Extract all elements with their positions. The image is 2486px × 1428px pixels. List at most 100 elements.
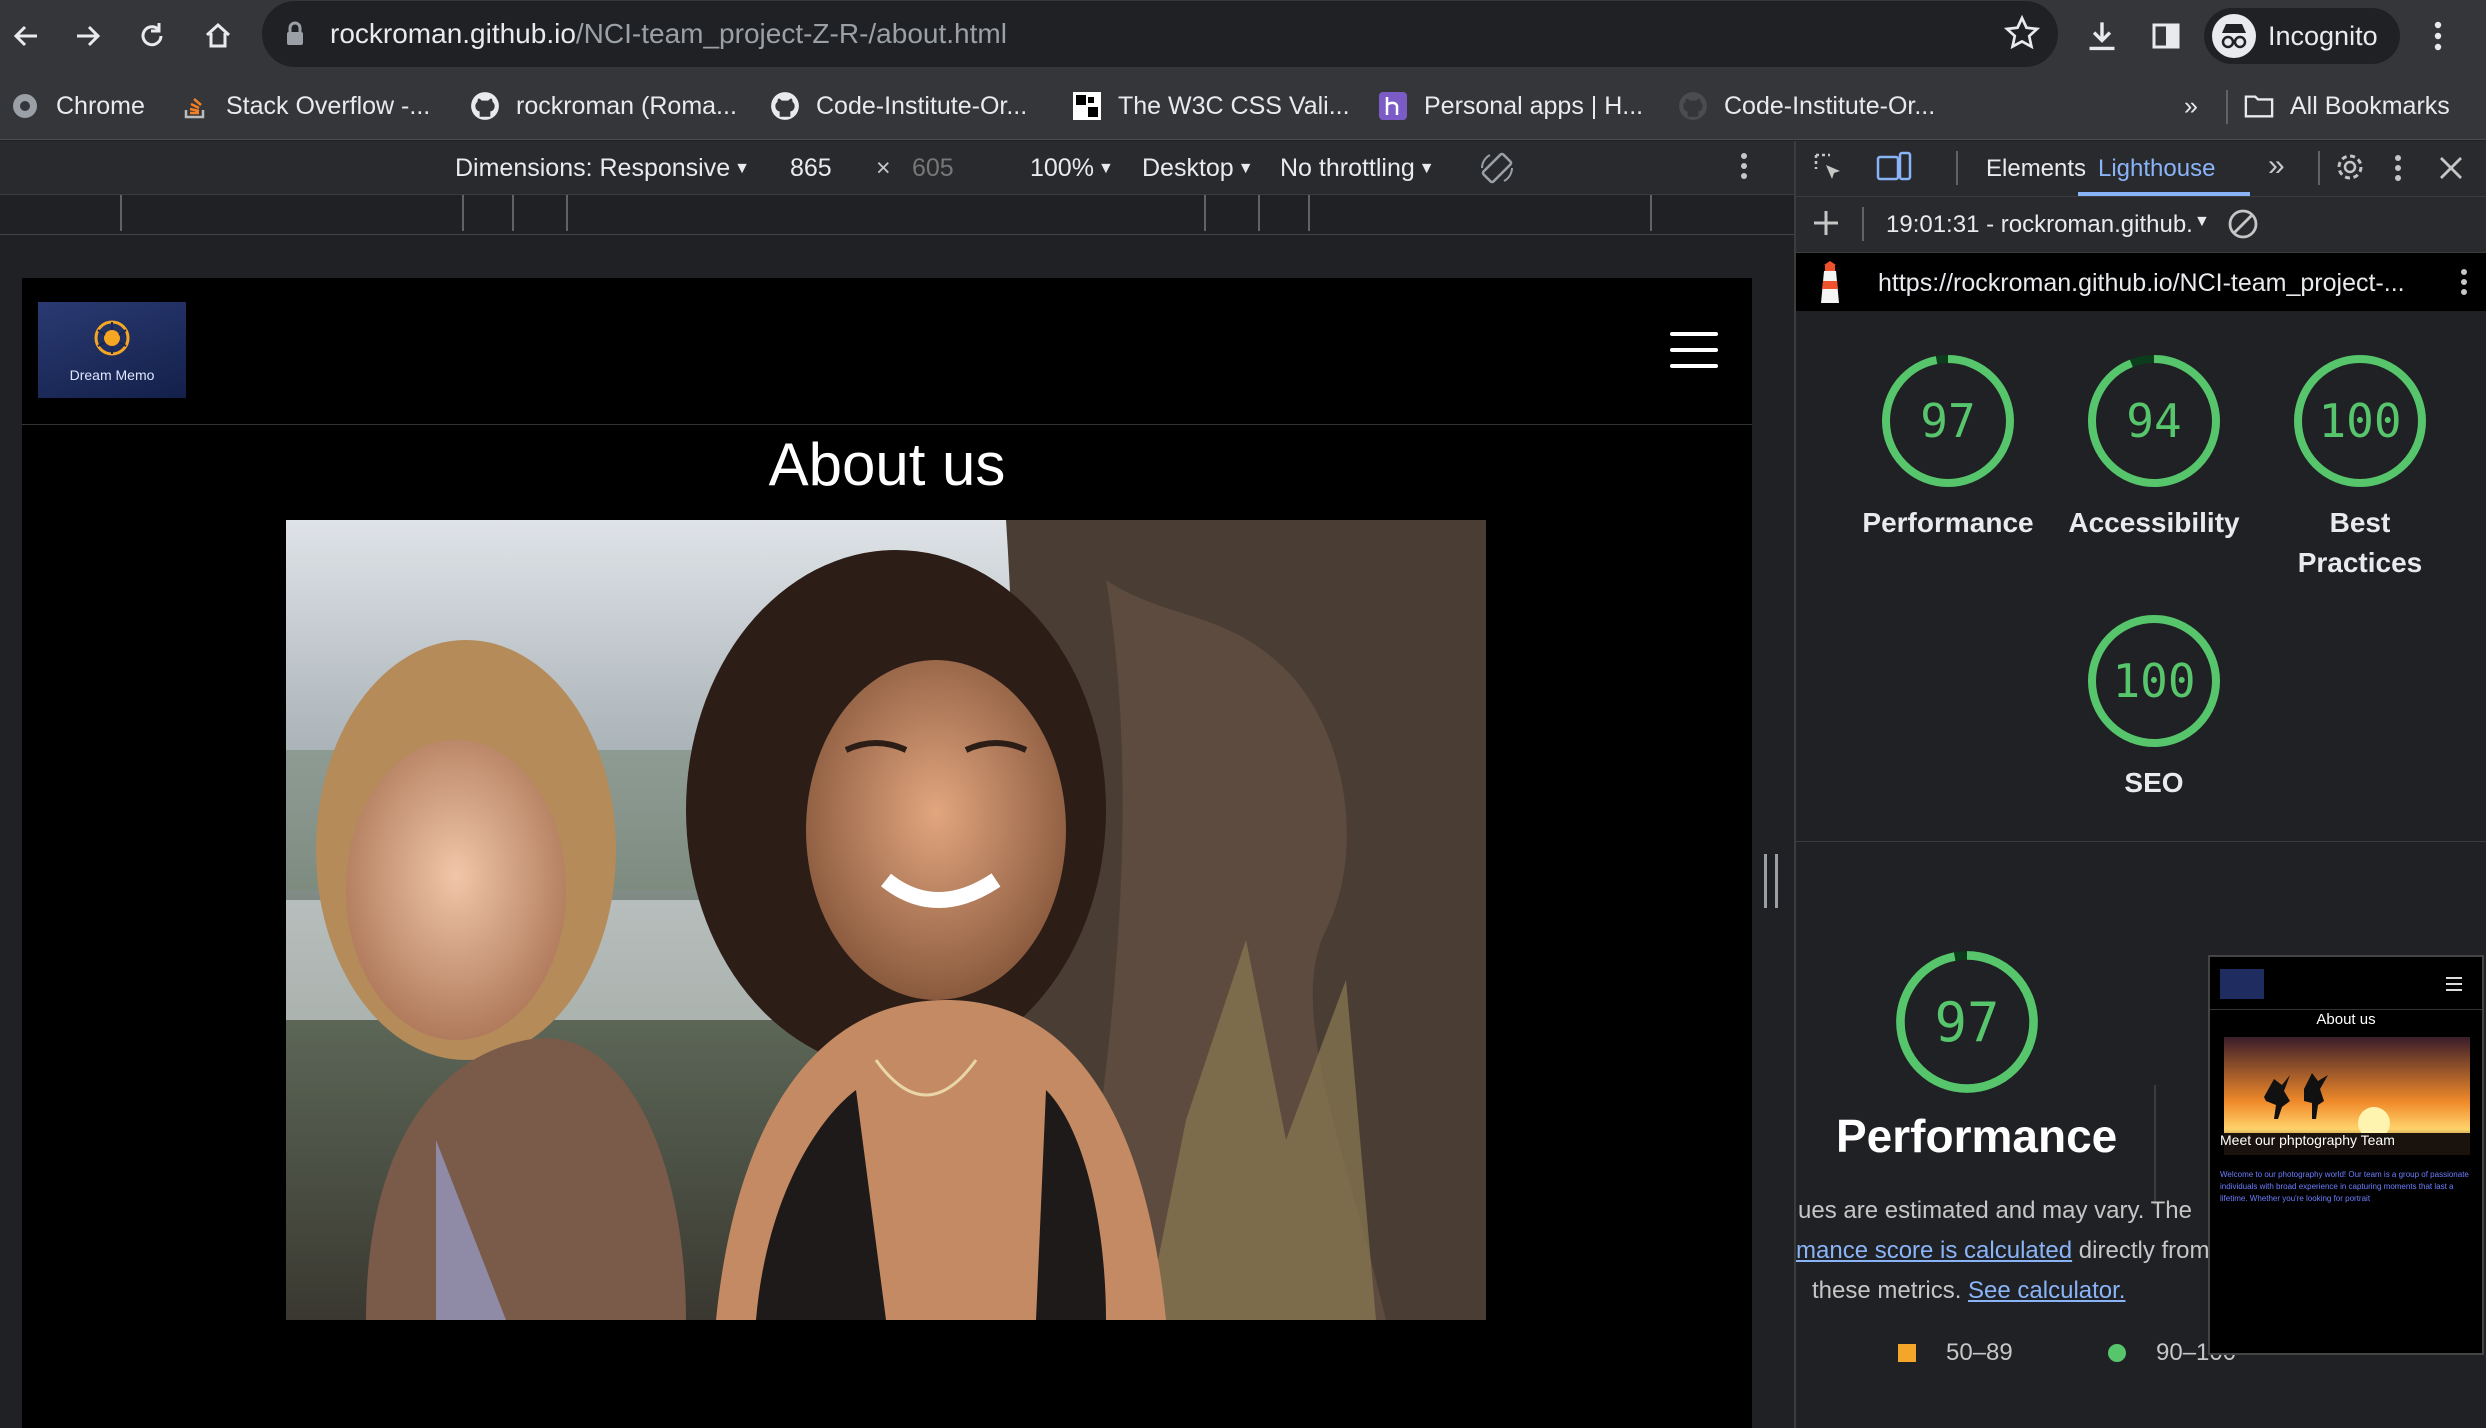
tab-lighthouse[interactable]: Lighthouse — [2098, 155, 2215, 183]
performance-heading: Performance — [1836, 1110, 2118, 1162]
best-practices-gauge[interactable]: 100 — [2292, 353, 2428, 489]
bookmark-label: Stack Overflow -... — [226, 91, 431, 120]
desc-text: directly from — [2072, 1237, 2210, 1264]
section-divider — [1796, 841, 2486, 842]
performance-large-gauge: 97 — [1894, 949, 2040, 1095]
gauge-value: 100 — [2318, 394, 2402, 448]
clear-reports-icon[interactable] — [2226, 207, 2260, 248]
address-bar[interactable]: rockroman.github.io/NCI-team_project-Z-R… — [262, 1, 2058, 67]
lock-icon[interactable] — [284, 21, 306, 52]
rotate-icon[interactable] — [1478, 149, 1516, 194]
download-icon[interactable] — [2076, 10, 2128, 62]
thumb-logo — [2220, 969, 2264, 999]
back-icon[interactable] — [0, 10, 52, 62]
gauge-label-best-practices: Best Practices — [2297, 507, 2423, 578]
gauge-value: 97 — [1920, 394, 1976, 448]
thumb-title: About us — [2316, 1011, 2376, 1028]
new-report-plus-icon[interactable] — [1810, 207, 1842, 246]
bookmark-github-rockroman[interactable]: rockroman (Roma... — [470, 86, 737, 126]
performance-gauge[interactable]: 97 — [1880, 353, 2016, 489]
browser-toolbar: rockroman.github.io/NCI-team_project-Z-R… — [0, 0, 2486, 72]
hamburger-menu-icon[interactable] — [1670, 332, 1718, 370]
device-type-dropdown[interactable]: Desktop ▼ — [1142, 154, 1254, 183]
bookmark-chrome[interactable]: Chrome — [10, 86, 145, 126]
settings-gear-icon[interactable] — [2334, 151, 2366, 190]
see-calculator-link[interactable]: See calculator. — [1968, 1277, 2125, 1304]
dimensions-dropdown[interactable]: Dimensions: Responsive ▼ — [455, 154, 750, 183]
legend-label: 50–89 — [1946, 1339, 2013, 1366]
resize-handle[interactable] — [1764, 854, 1778, 908]
bookmark-stackoverflow[interactable]: Stack Overflow -... — [180, 86, 430, 126]
throttling-dropdown[interactable]: No throttling ▼ — [1280, 154, 1435, 183]
gauge-value: 100 — [2112, 654, 2196, 708]
more-tabs-button[interactable]: » — [2268, 149, 2285, 183]
all-bookmarks-label: All Bookmarks — [2290, 91, 2450, 120]
bookmark-label: Code-Institute-Or... — [816, 91, 1028, 120]
bookmark-code-institute-2[interactable]: Code-Institute-Or... — [1678, 86, 1935, 126]
bookmark-label: The W3C CSS Vali... — [1118, 91, 1350, 120]
thumb-hamburger-icon — [2446, 977, 2462, 991]
kebab-menu-icon[interactable] — [2412, 10, 2464, 62]
bookmark-label: Personal apps | H... — [1424, 91, 1644, 120]
page-screenshot-thumbnail[interactable]: About us Meet our phptography Team Welco… — [2208, 955, 2484, 1355]
folder-icon — [2244, 91, 2274, 121]
bookmark-w3c[interactable]: The W3C CSS Vali... — [1072, 86, 1350, 126]
incognito-icon — [2212, 14, 2256, 58]
height-input[interactable]: 605 — [912, 154, 954, 183]
divider — [2154, 1085, 2156, 1205]
chrome-icon — [10, 91, 40, 121]
active-tab-underline — [2078, 192, 2250, 196]
url-text: rockroman.github.io/NCI-team_project-Z-R… — [330, 18, 1007, 49]
bookmark-heroku[interactable]: Personal apps | H... — [1378, 86, 1643, 126]
header-divider — [22, 424, 1752, 425]
close-devtools-icon[interactable] — [2438, 155, 2464, 188]
forward-icon[interactable] — [62, 10, 114, 62]
device-toolbar: Dimensions: Responsive ▼ 865 × 605 100% ▼ … — [0, 141, 1794, 195]
bookmark-label: rockroman (Roma... — [516, 91, 737, 120]
logo-text: Dream Memo — [69, 366, 155, 383]
seo-gauge[interactable]: 100 — [2086, 613, 2222, 749]
bookmarks-overflow-button[interactable]: » — [2184, 86, 2198, 126]
home-icon[interactable] — [192, 10, 244, 62]
bookmark-code-institute-1[interactable]: Code-Institute-Or... — [770, 86, 1027, 126]
all-bookmarks-button[interactable]: All Bookmarks — [2244, 86, 2450, 126]
tab-elements[interactable]: Elements — [1986, 155, 2086, 183]
devtools-tab-bar: Elements Lighthouse » — [1796, 141, 2486, 197]
average-square-icon — [1898, 1344, 1916, 1362]
width-input[interactable]: 865 — [790, 154, 870, 183]
desc-text: ues are estimated and may vary. The — [1798, 1197, 2192, 1224]
bookmark-label: Chrome — [56, 91, 145, 120]
report-dropdown-arrow[interactable]: ▼ — [2194, 213, 2210, 231]
bookmarks-divider — [2226, 90, 2228, 124]
github-icon — [1678, 91, 1708, 121]
times-label: × — [876, 154, 891, 182]
site-logo[interactable]: Dream Memo — [38, 302, 186, 398]
incognito-label: Incognito — [2268, 20, 2378, 51]
media-query-ruler[interactable] — [0, 195, 1794, 235]
lighthouse-url-bar: https://rockroman.github.io/NCI-team_pro… — [1796, 253, 2486, 311]
aperture-icon — [92, 318, 132, 363]
lighthouse-report-toolbar: 19:01:31 - rockroman.github.i ▼ — [1796, 197, 2486, 253]
bookmark-star-icon[interactable] — [2003, 14, 2041, 56]
overflow-label: » — [2184, 91, 2198, 120]
devtools-menu-icon[interactable] — [2394, 153, 2402, 190]
gauge-label-seo: SEO — [2124, 767, 2184, 798]
incognito-profile-button[interactable]: Incognito — [2204, 8, 2400, 64]
thumb-body: Welcome to our photography world! Our te… — [2220, 1170, 2469, 1203]
device-toggle-icon[interactable] — [1876, 151, 1912, 190]
hero-image — [286, 520, 1486, 1320]
device-toolbar-menu-icon[interactable] — [1740, 151, 1748, 188]
report-menu-icon[interactable] — [2460, 267, 2468, 304]
score-calculated-link[interactable]: mance score is calculated — [1796, 1237, 2072, 1264]
devtools-panel: Elements Lighthouse » 19:01:31 - rockrom… — [1794, 141, 2486, 1428]
side-panel-icon[interactable] — [2140, 10, 2192, 62]
w3c-icon — [1072, 91, 1102, 121]
report-selector[interactable]: 19:01:31 - rockroman.github.i — [1886, 211, 2192, 239]
thumb-heading: Meet our phptography Team — [2220, 1132, 2395, 1148]
zoom-dropdown[interactable]: 100% ▼ — [1030, 154, 1114, 183]
bookmark-label: Code-Institute-Or... — [1724, 91, 1936, 120]
reload-icon[interactable] — [126, 10, 178, 62]
pass-circle-icon — [2108, 1344, 2126, 1362]
accessibility-gauge[interactable]: 94 — [2086, 353, 2222, 489]
inspect-element-icon[interactable] — [1812, 151, 1844, 190]
